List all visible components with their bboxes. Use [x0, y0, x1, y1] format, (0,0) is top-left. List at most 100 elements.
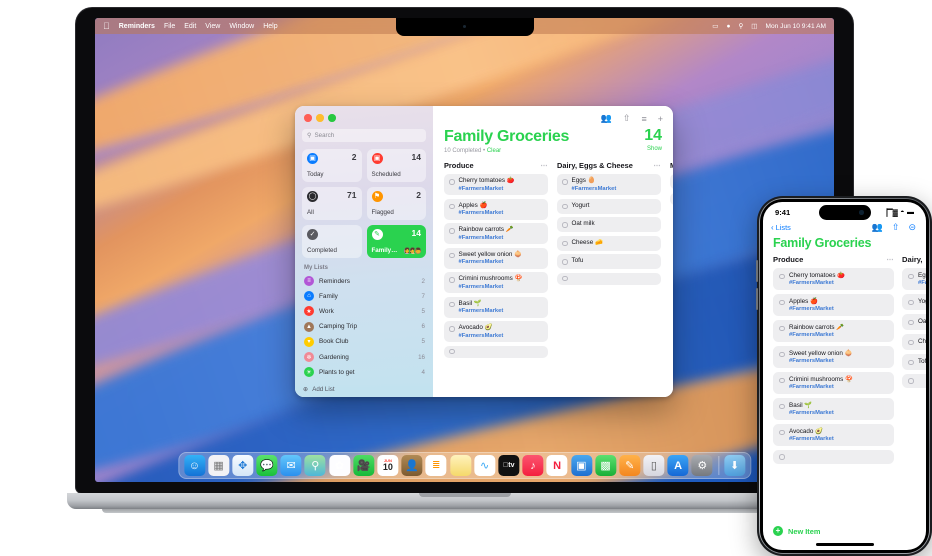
window-traffic-lights[interactable]: [295, 106, 433, 122]
checkbox-icon[interactable]: [908, 359, 914, 365]
item-tag[interactable]: #FarmersMarket: [459, 235, 514, 241]
reminder-item[interactable]: Avocado 🥑 #FarmersMarket: [773, 424, 894, 446]
checkbox-icon[interactable]: [908, 299, 914, 305]
volume-down-button[interactable]: [755, 288, 758, 310]
more-icon[interactable]: ⊝: [908, 222, 916, 233]
reminder-item[interactable]: Oat milk: [557, 217, 661, 232]
sidebar-item-work[interactable]: ★ Work 5: [295, 304, 433, 319]
smart-list-scheduled[interactable]: ▣ 14 Scheduled: [366, 148, 426, 182]
checkbox-icon[interactable]: [908, 273, 914, 279]
dock-item-news[interactable]: N: [546, 455, 568, 476]
checkbox-icon[interactable]: [449, 326, 455, 332]
menu-item-edit[interactable]: Edit: [184, 23, 196, 30]
reminder-item[interactable]: Apples 🍎 #FarmersMarket: [773, 294, 894, 316]
reminder-item[interactable]: Apples 🍎 #FarmersMarket: [444, 198, 548, 220]
dock-item-launchpad[interactable]: ▦: [208, 455, 230, 476]
item-tag[interactable]: #FarmersMarket: [572, 186, 617, 192]
reminder-item-empty[interactable]: [557, 272, 661, 285]
checkbox-icon[interactable]: [779, 325, 785, 331]
reminder-item-empty[interactable]: [670, 192, 673, 205]
reminder-item[interactable]: Crimini mushrooms 🍄 #FarmersMarket: [773, 372, 894, 394]
reminder-item[interactable]: Avocado 🥑 #FarmersMarket: [444, 321, 548, 342]
item-tag[interactable]: #FarmersMarket: [789, 384, 853, 390]
sidebar-item-camping-trip[interactable]: ▲ Camping Trip 6: [295, 319, 433, 334]
sidebar-item-plants-to-get[interactable]: ☀ Plants to get 4: [295, 365, 433, 380]
smart-list-family-groceries[interactable]: ✎ 14 Family… 👩 👧 👦: [366, 224, 426, 258]
checkbox-icon[interactable]: [562, 203, 568, 209]
reminder-item-empty[interactable]: [773, 450, 894, 464]
column-more-icon[interactable]: ⋯: [541, 162, 549, 170]
dock-item-freeform[interactable]: ∿: [474, 455, 496, 476]
reminder-item[interactable]: Cherry tomatoes 🍅 #FarmersMarket: [444, 174, 548, 195]
chevron-left-icon[interactable]: ‹: [771, 223, 774, 232]
dock-item-app-store[interactable]: A: [667, 455, 689, 476]
checkbox-icon[interactable]: [779, 403, 785, 409]
close-button[interactable]: [304, 114, 312, 122]
checkbox-icon[interactable]: [449, 179, 455, 185]
dock-item-facetime[interactable]: 🎥: [353, 455, 375, 476]
item-tag[interactable]: #FarmersMarket: [459, 284, 523, 290]
dock-item-reminders[interactable]: ≣: [425, 455, 447, 476]
checkbox-icon[interactable]: [562, 259, 568, 265]
checkbox-icon[interactable]: [908, 339, 914, 345]
share-people-icon[interactable]: 👥: [872, 222, 883, 233]
reminder-item[interactable]: Egg #Fa: [902, 268, 926, 290]
reminder-item[interactable]: Ch: [670, 174, 673, 189]
share-people-icon[interactable]: 👥: [601, 113, 612, 124]
checkbox-icon[interactable]: [449, 228, 455, 234]
dock-item-maps[interactable]: ⚲: [304, 455, 326, 476]
reminder-item[interactable]: Yogurt: [557, 198, 661, 214]
list-options-icon[interactable]: ≡: [641, 114, 646, 124]
dock-item-system-settings[interactable]: ⚙: [691, 455, 713, 476]
reminder-item[interactable]: Che: [902, 334, 926, 350]
item-tag[interactable]: #FarmersMarket: [459, 333, 504, 339]
battery-icon[interactable]: ▭: [712, 22, 718, 30]
checkbox-icon[interactable]: [562, 275, 568, 282]
checkbox-icon[interactable]: [562, 240, 568, 246]
reminder-item[interactable]: Cheese 🧀: [557, 235, 661, 251]
dock-item-music[interactable]: ♪: [522, 455, 544, 476]
checkbox-icon[interactable]: [562, 179, 568, 185]
reminder-item[interactable]: Eggs 🥚 #FarmersMarket: [557, 174, 661, 195]
new-item-button[interactable]: + New Item: [773, 526, 820, 536]
menu-item-window[interactable]: Window: [229, 23, 254, 30]
item-tag[interactable]: #FarmersMarket: [459, 210, 504, 216]
checkbox-icon[interactable]: [908, 319, 914, 325]
reminder-item-empty[interactable]: [902, 374, 926, 388]
dock-item-numbers[interactable]: ▩: [595, 455, 617, 476]
smart-list-today[interactable]: ▣ 2 Today: [302, 148, 362, 182]
reminder-item[interactable]: Tof: [902, 354, 926, 370]
volume-up-button[interactable]: [755, 260, 758, 282]
checkbox-icon[interactable]: [449, 277, 455, 283]
checkbox-icon[interactable]: [449, 203, 455, 209]
item-tag[interactable]: #FarmersMarket: [459, 259, 523, 265]
apple-menu-icon[interactable]: : [103, 21, 110, 31]
zoom-button[interactable]: [328, 114, 336, 122]
add-list-button[interactable]: ⊕ Add List: [295, 383, 433, 397]
reminder-item[interactable]: Basil 🌱 #FarmersMarket: [444, 296, 548, 318]
dock-item-iphone-mirroring[interactable]: ▯: [643, 455, 665, 476]
column-more-icon[interactable]: ⋯: [887, 256, 895, 264]
menu-item-file[interactable]: File: [164, 23, 175, 30]
checkbox-icon[interactable]: [779, 351, 785, 357]
smart-list-flagged[interactable]: ⚑ 2 Flagged: [366, 186, 426, 220]
checkbox-icon[interactable]: [908, 378, 914, 384]
item-tag[interactable]: #FarmersMarket: [459, 308, 504, 314]
dock-item-downloads[interactable]: ⬇: [724, 455, 746, 476]
menu-item-view[interactable]: View: [205, 23, 220, 30]
checkbox-icon[interactable]: [779, 377, 785, 383]
dock-item-contacts[interactable]: 👤: [401, 455, 423, 476]
reminder-item[interactable]: Crimini mushrooms 🍄 #FarmersMarket: [444, 272, 548, 293]
home-indicator[interactable]: [815, 543, 874, 546]
dock-item-pages[interactable]: ✎: [619, 455, 641, 476]
control-center-icon[interactable]: ◫: [751, 22, 757, 30]
reminder-item[interactable]: Tofu: [557, 254, 661, 269]
checkbox-icon[interactable]: [449, 301, 455, 307]
column-more-icon[interactable]: ⋯: [654, 162, 662, 170]
item-tag[interactable]: #Fa: [918, 280, 926, 286]
item-tag[interactable]: #FarmersMarket: [789, 332, 844, 338]
menubar-clock[interactable]: Mon Jun 10 9:41 AM: [766, 23, 826, 30]
checkbox-icon[interactable]: [779, 429, 785, 435]
share-icon[interactable]: ⇧: [892, 222, 900, 233]
reminder-item[interactable]: Sweet yellow onion 🧅 #FarmersMarket: [773, 346, 894, 368]
